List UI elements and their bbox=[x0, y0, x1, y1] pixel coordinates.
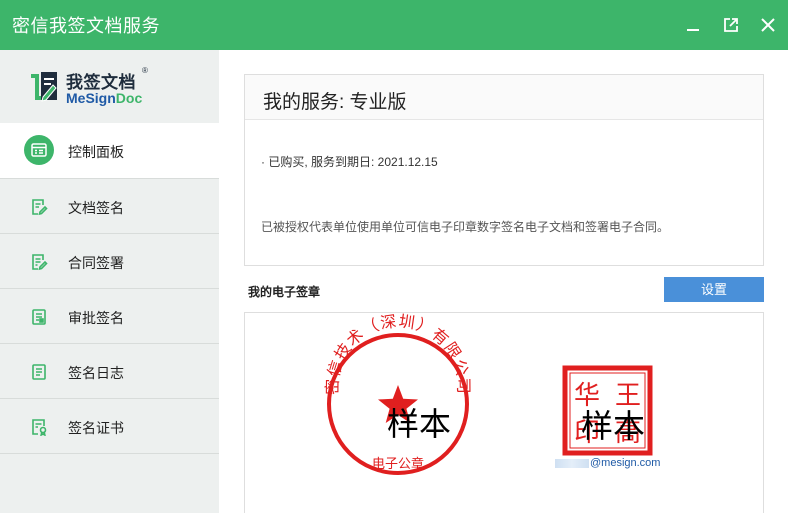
redacted-email-prefix bbox=[555, 458, 589, 468]
brand-logo: 我签文档 ® MeSignDoc bbox=[0, 50, 219, 123]
email-domain: @mesign.com bbox=[590, 457, 661, 469]
mesign-logo-icon bbox=[31, 72, 57, 102]
company-seal-arc-text: 密信技术（深圳）有限公司 bbox=[323, 313, 473, 395]
certificate-icon bbox=[25, 413, 53, 441]
sidebar-item-document-sign[interactable]: 文档签名 bbox=[0, 179, 219, 234]
service-title: 我的服务: 专业版 bbox=[263, 92, 407, 113]
registered-mark: ® bbox=[142, 66, 148, 75]
sidebar-item-approval-sign[interactable]: 审批签名 bbox=[0, 289, 219, 344]
sidebar-item-label: 控制面板 bbox=[68, 144, 124, 160]
document-sign-icon bbox=[25, 193, 53, 221]
minimize-icon bbox=[687, 29, 699, 31]
brand-name-en-main: MeSign bbox=[66, 90, 116, 106]
sidebar-item-label: 文档签名 bbox=[68, 200, 124, 216]
sidebar-item-sign-log[interactable]: 签名日志 bbox=[0, 344, 219, 399]
close-icon bbox=[761, 18, 775, 32]
sidebar-item-label: 审批签名 bbox=[68, 310, 124, 326]
company-seal: 密信技术（深圳）有限公司 电子公章 bbox=[323, 313, 473, 475]
sidebar-item-certificate[interactable]: 签名证书 bbox=[0, 399, 219, 454]
minimize-button[interactable] bbox=[681, 13, 705, 37]
sidebar-item-label: 签名证书 bbox=[68, 420, 124, 436]
service-panel: 我的服务: 专业版 · 已购买, 服务到期日: 2021.12.15 已被授权代… bbox=[244, 74, 764, 266]
contract-sign-icon bbox=[25, 248, 53, 276]
approval-sign-icon bbox=[25, 303, 53, 331]
seal-display-area: 密信技术（深圳）有限公司 电子公章 华 王 印 高 样本 样本 @mesign.… bbox=[244, 312, 764, 513]
seal-settings-button[interactable]: 设置 bbox=[664, 277, 764, 302]
sidebar-item-label: 签名日志 bbox=[68, 365, 124, 381]
window-title: 密信我签文档服务 bbox=[12, 16, 160, 36]
restore-button[interactable] bbox=[719, 13, 743, 37]
sidebar-item-label: 合同签署 bbox=[68, 255, 124, 271]
purchase-status: · 已购买, 服务到期日: 2021.12.15 bbox=[261, 155, 438, 169]
brand-name-en-accent: Doc bbox=[115, 90, 143, 106]
sidebar: 我签文档 ® MeSignDoc 控制面板 文档签名 合同签署 审批签名 签名日… bbox=[0, 50, 219, 513]
sidebar-item-contract-sign[interactable]: 合同签署 bbox=[0, 234, 219, 289]
sign-log-icon bbox=[25, 358, 53, 386]
company-seal-watermark: 样本 bbox=[387, 405, 452, 443]
service-description: 已被授权代表单位使用单位可信电子印章数字签名电子文档和签署电子合同。 bbox=[261, 220, 670, 234]
personal-seal-email: @mesign.com bbox=[555, 457, 660, 469]
restore-icon bbox=[724, 18, 738, 32]
seal-graphics: 密信技术（深圳）有限公司 电子公章 华 王 印 高 bbox=[323, 313, 653, 475]
title-bar: 密信我签文档服务 bbox=[0, 0, 788, 50]
close-button[interactable] bbox=[756, 13, 780, 37]
dashboard-icon bbox=[24, 135, 54, 165]
brand-name-en: MeSignDoc bbox=[66, 90, 142, 106]
company-seal-bottom-text: 电子公章 bbox=[372, 456, 424, 472]
personal-seal-watermark: 样本 bbox=[581, 407, 646, 445]
sidebar-nav: 控制面板 文档签名 合同签署 审批签名 签名日志 签名证书 bbox=[0, 123, 219, 454]
sidebar-item-dashboard[interactable]: 控制面板 bbox=[0, 123, 219, 179]
seal-section-title: 我的电子签章 bbox=[248, 285, 321, 299]
